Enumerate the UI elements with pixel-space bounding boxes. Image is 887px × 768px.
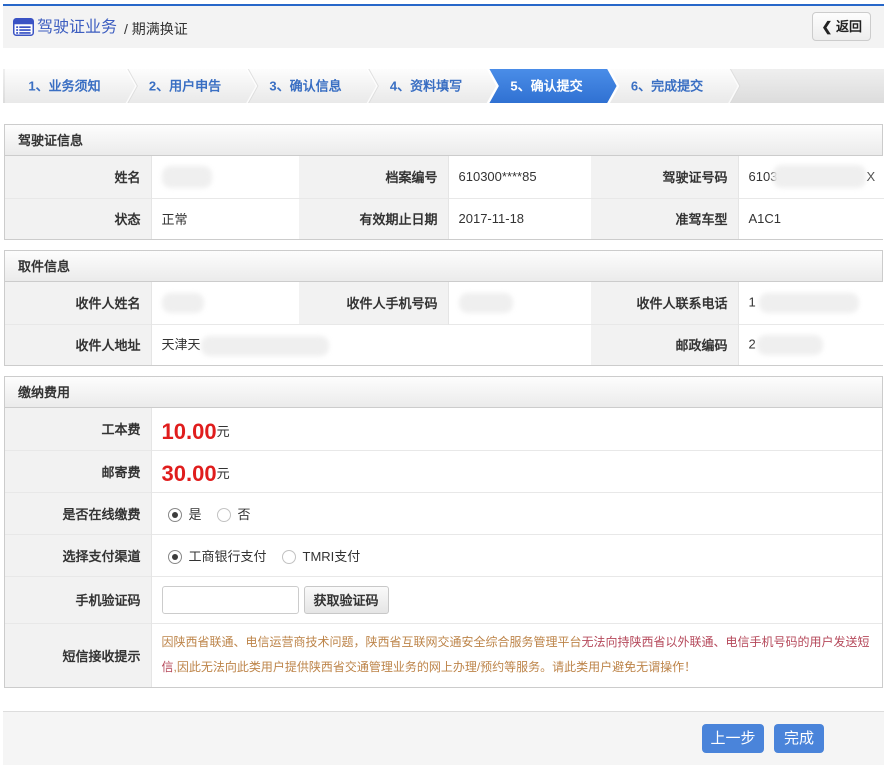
svg-text:2、用户申告: 2、用户申告 (149, 79, 221, 94)
svg-text:4、资料填写: 4、资料填写 (390, 79, 462, 94)
svg-text:6、完成提交: 6、完成提交 (631, 79, 703, 94)
svg-text:5、确认提交: 5、确认提交 (510, 79, 582, 94)
svg-text:3、确认信息: 3、确认信息 (269, 79, 341, 94)
svg-text:1、业务须知: 1、业务须知 (28, 79, 100, 94)
